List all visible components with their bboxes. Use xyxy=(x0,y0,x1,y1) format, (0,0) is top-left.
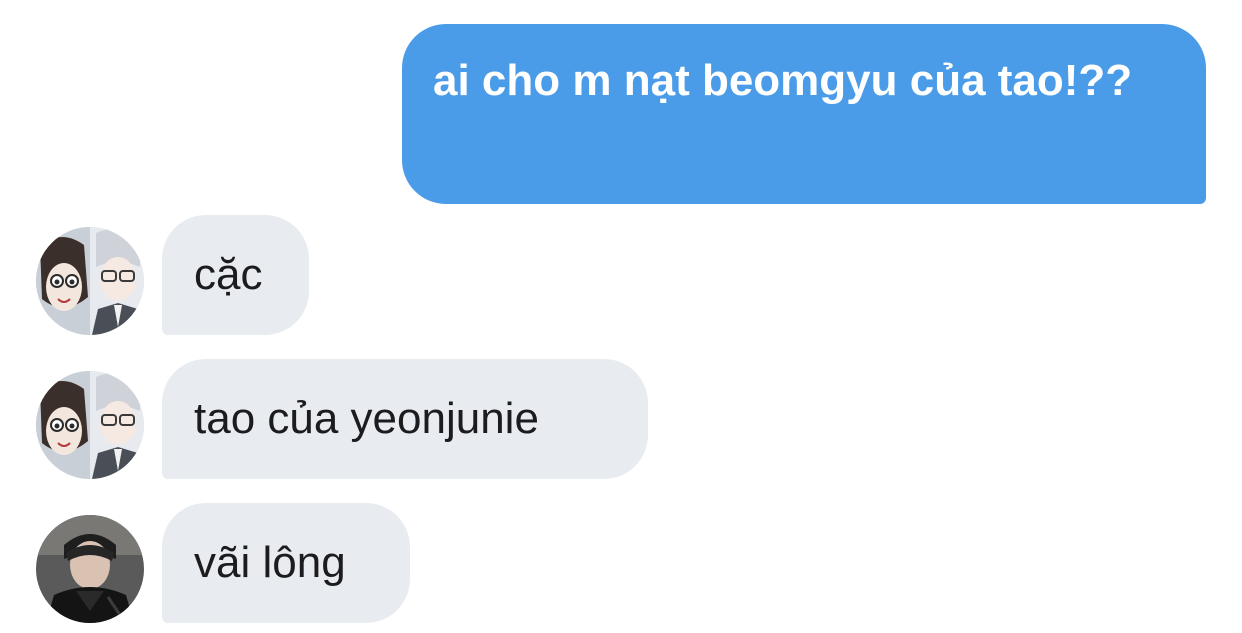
message-text: vãi lông xyxy=(194,538,346,587)
incoming-message-bubble[interactable]: vãi lông xyxy=(162,503,410,623)
message-text: tao của yeonjunie xyxy=(194,394,539,443)
message-text: ai cho m nạt beomgyu của tao!?? xyxy=(433,56,1133,105)
avatar-image xyxy=(36,371,144,479)
incoming-message-bubble[interactable]: cặc xyxy=(162,215,309,335)
avatar-image xyxy=(36,515,144,623)
portrait-avatar[interactable] xyxy=(36,515,144,623)
incoming-message-bubble[interactable]: tao của yeonjunie xyxy=(162,359,648,479)
anime-collage-avatar[interactable] xyxy=(36,371,144,479)
avatar-image xyxy=(36,227,144,335)
outgoing-message-bubble[interactable]: ai cho m nạt beomgyu của tao!?? xyxy=(402,24,1206,204)
message-text: cặc xyxy=(194,250,263,299)
anime-collage-avatar[interactable] xyxy=(36,227,144,335)
